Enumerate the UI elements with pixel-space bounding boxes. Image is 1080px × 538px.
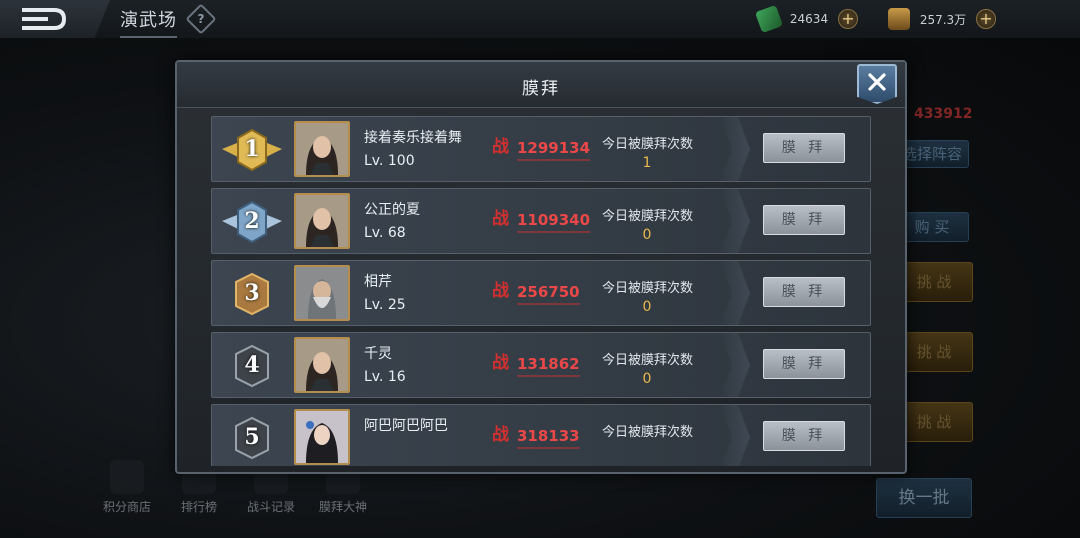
player-level: Lv. 68 <box>364 225 406 241</box>
worship-count-label: 今日被膜拜次数 <box>602 353 694 368</box>
rank-number: 3 <box>244 280 260 306</box>
battle-power-icon: 战 <box>492 209 509 229</box>
worship-button[interactable]: 膜 拜 <box>763 277 845 307</box>
avatar[interactable] <box>294 337 350 393</box>
avatar[interactable] <box>294 193 350 249</box>
rank-badge-dark: 4 <box>220 343 284 389</box>
player-name: 接着奏乐接着舞 <box>364 130 462 146</box>
portrait-icon <box>296 123 348 175</box>
battle-power-value: 318133 <box>517 427 580 449</box>
worship-count-label: 今日被膜拜次数 <box>602 425 694 440</box>
list-item: 5 阿巴阿巴阿巴 战 318133 今日被膜拜次数 膜 拜 <box>211 404 871 466</box>
list-item: 1 接着奏乐接着舞 Lv. 100 战 1299134 今日被膜拜次数 1 膜 … <box>211 116 871 182</box>
modal-title: 膜拜 <box>522 79 560 99</box>
rank-badge-silver: 2 <box>220 199 284 245</box>
list-item: 3 相芹 Lv. 25 战 256750 今日被膜拜次数 0 膜 拜 <box>211 260 871 326</box>
avatar[interactable] <box>294 265 350 321</box>
worship-button[interactable]: 膜 拜 <box>763 349 845 379</box>
rank-number: 1 <box>244 136 260 162</box>
rank-number: 4 <box>244 352 260 378</box>
worship-count-label: 今日被膜拜次数 <box>602 137 694 152</box>
battle-power-value: 1109340 <box>517 211 591 233</box>
back-button[interactable] <box>0 0 110 38</box>
list-item: 2 公正的夏 Lv. 68 战 1109340 今日被膜拜次数 0 膜 拜 <box>211 188 871 254</box>
worship-button[interactable]: 膜 拜 <box>763 133 845 163</box>
battle-power-icon: 战 <box>492 425 509 445</box>
avatar[interactable] <box>294 409 350 465</box>
rank-badge-bronze: 3 <box>220 271 284 317</box>
worship-count-value: 1 <box>642 155 652 171</box>
treasure-chest-icon <box>888 8 910 30</box>
chevron-divider <box>720 405 750 466</box>
avatar[interactable] <box>294 121 350 177</box>
chevron-divider <box>720 261 750 325</box>
gold-value: 257.3万 <box>919 12 967 27</box>
worship-count-label: 今日被膜拜次数 <box>602 281 694 296</box>
gem-icon <box>754 4 784 34</box>
close-icon <box>868 73 886 91</box>
player-name: 阿巴阿巴阿巴 <box>364 418 448 434</box>
battle-power-icon: 战 <box>492 281 509 301</box>
gold-currency: 257.3万 + <box>888 8 996 30</box>
battle-power-value: 256750 <box>517 283 580 305</box>
player-name: 公正的夏 <box>364 202 420 218</box>
gems-currency: 24634 + <box>754 4 858 34</box>
player-level: Lv. 16 <box>364 369 406 385</box>
battle-power-value: 1299134 <box>517 139 591 161</box>
rank-badge-dark: 5 <box>220 415 284 461</box>
add-gems-button[interactable]: + <box>838 9 858 29</box>
gems-value: 24634 <box>789 12 829 26</box>
chevron-divider <box>720 117 750 181</box>
player-name: 相芹 <box>364 274 392 290</box>
help-glyph: ? <box>197 12 205 26</box>
chevron-divider <box>720 333 750 397</box>
rank-number: 2 <box>244 208 260 234</box>
battle-power-icon: 战 <box>492 137 509 157</box>
worship-button[interactable]: 膜 拜 <box>763 421 845 451</box>
rank-number: 5 <box>244 424 260 450</box>
worship-list[interactable]: 1 接着奏乐接着舞 Lv. 100 战 1299134 今日被膜拜次数 1 膜 … <box>211 116 871 466</box>
worship-count-value: 0 <box>642 299 652 315</box>
worship-count-value: 0 <box>642 371 652 387</box>
back-arrow-icon <box>22 8 67 30</box>
player-level: Lv. 100 <box>364 153 415 169</box>
add-gold-button[interactable]: + <box>976 9 996 29</box>
close-button[interactable] <box>857 64 897 104</box>
portrait-icon <box>296 195 348 247</box>
rank-badge-gold: 1 <box>220 127 284 173</box>
worship-button[interactable]: 膜 拜 <box>763 205 845 235</box>
modal-header: 膜拜 <box>177 62 905 108</box>
worship-modal: 膜拜 1 接着奏乐接着舞 Lv. 100 战 1299134 今日被膜拜次数 1… <box>175 60 907 474</box>
list-item: 4 千灵 Lv. 16 战 131862 今日被膜拜次数 0 膜 拜 <box>211 332 871 398</box>
chevron-divider <box>720 189 750 253</box>
battle-power-icon: 战 <box>492 353 509 373</box>
battle-power-value: 131862 <box>517 355 580 377</box>
page-title: 演武场 <box>120 6 177 38</box>
portrait-icon <box>296 267 348 319</box>
worship-count-value: 0 <box>642 227 652 243</box>
help-icon[interactable]: ? <box>185 3 217 35</box>
worship-count-label: 今日被膜拜次数 <box>602 209 694 224</box>
player-level: Lv. 25 <box>364 297 406 313</box>
player-name: 千灵 <box>364 346 392 362</box>
portrait-icon <box>296 339 348 391</box>
top-bar: 演武场 ? 24634 + 257.3万 + <box>0 0 1080 38</box>
portrait-icon <box>296 411 348 463</box>
